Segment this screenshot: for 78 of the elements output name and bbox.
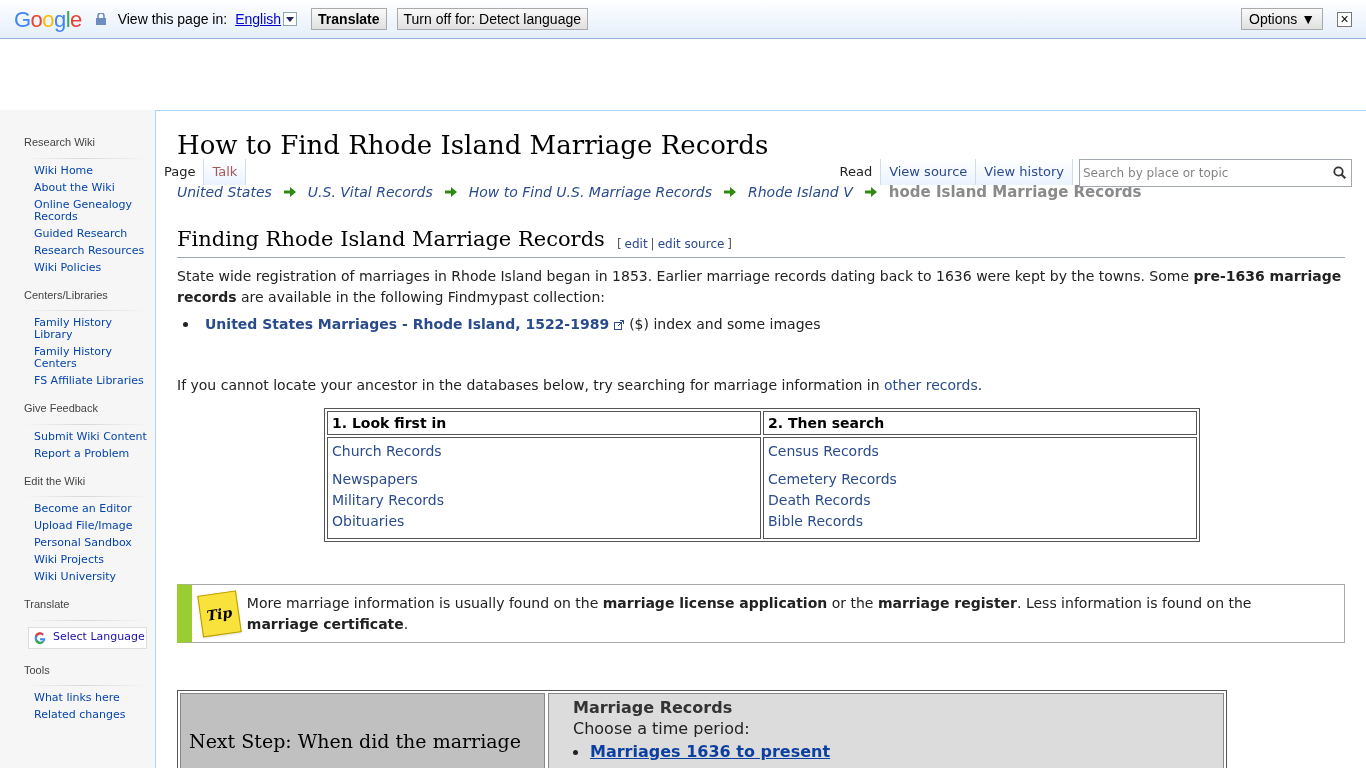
section-heading: Finding Rhode Island Marriage Records	[177, 225, 605, 253]
page-title: How to Find Rhode Island Marriage Records	[177, 129, 770, 161]
google-g-icon	[33, 630, 47, 645]
search-note: If you cannot locate your ancestor in the databases below, try searching for marriage information in	[177, 377, 880, 393]
column-header: 2. Then search	[763, 411, 1197, 435]
period: .	[977, 377, 983, 393]
sidebar-link[interactable]: Report a Problem	[34, 447, 147, 460]
other-records-link[interactable]: other records	[884, 377, 978, 393]
record-link[interactable]: Newspapers	[332, 469, 756, 490]
record-link[interactable]: Cemetery Records	[768, 469, 1192, 490]
turn-off-button[interactable]: Turn off for: Detect language	[396, 8, 588, 30]
tab[interactable]: View source	[881, 159, 977, 185]
sidebar-link[interactable]: Wiki Projects	[34, 554, 147, 566]
close-button[interactable]: ×	[1337, 11, 1352, 27]
sidebar-heading: Tools	[24, 662, 51, 678]
options-button[interactable]: Options ▼	[1241, 8, 1323, 30]
sidebar-link[interactable]: Guided Research	[34, 227, 147, 240]
tab[interactable]: View history	[976, 159, 1073, 185]
sidebar-link[interactable]: Family History Centers	[34, 346, 147, 370]
edit-source-link[interactable]: edit source	[657, 235, 725, 253]
sidebar-link[interactable]: What links here	[34, 692, 147, 704]
sidebar-link[interactable]: Become an Editor	[34, 503, 147, 515]
box-prompt: Choose a time period:	[573, 718, 751, 740]
column-header: 1. Look first in	[327, 411, 761, 435]
arrow-icon	[724, 187, 736, 198]
external-link-icon	[614, 319, 625, 330]
sidebar-link[interactable]: Submit Wiki Content	[34, 430, 147, 443]
arrow-icon	[864, 187, 877, 198]
collection-link[interactable]: United States Marriages - Rhode Island, 1522-1989	[205, 314, 610, 335]
breadcrumb-link[interactable]: U.S. Vital Records	[307, 181, 433, 203]
bracket: ]	[727, 236, 733, 253]
lock-icon	[95, 13, 106, 25]
sidebar-heading: Research Wiki	[24, 135, 96, 150]
record-link[interactable]: Church Records	[332, 441, 756, 462]
intro-paragraph: State wide registration of marriages in Rhode Island began in 1853. Earlier marriage records dating back to 1636 were kept by the towns. Some pre-1636 marriage records are available in the following Findmypast collection:	[177, 267, 1343, 307]
search-field[interactable]: Search by place or topic	[1079, 159, 1352, 187]
sidebar-link[interactable]: Related changes	[34, 709, 147, 721]
sidebar-link[interactable]: Research Resources	[34, 244, 147, 257]
sidebar-link[interactable]: Personal Sandbox	[34, 537, 147, 549]
sidebar-heading: Centers/Libraries	[24, 287, 109, 303]
period-link[interactable]: Marriages 1636 to present	[590, 742, 831, 762]
arrow-icon	[444, 187, 457, 198]
google-logo: Google	[14, 5, 82, 34]
language-link[interactable]: English	[235, 8, 282, 30]
dropdown-icon[interactable]	[283, 12, 298, 26]
bullet	[573, 749, 578, 755]
tip-text: More marriage information is usually found on the marriage license application or the marriage register. Less information is found on the marriage certificate.	[246, 593, 1253, 634]
sidebar-link[interactable]: Family History Library	[34, 317, 147, 341]
collection-note: ($) index and some images	[629, 315, 821, 334]
sidebar-heading: Edit the Wiki	[24, 473, 87, 489]
search-icon[interactable]	[1333, 166, 1346, 179]
record-link[interactable]: Bible Records	[768, 511, 1192, 532]
bracket: [	[616, 236, 622, 253]
tip-label: Tip	[205, 602, 234, 625]
select-language-button[interactable]: Select Language	[28, 626, 147, 649]
sidebar-heading: Translate	[24, 597, 71, 612]
next-step-question: Next Step: When did the marriage	[189, 728, 521, 754]
sidebar-link[interactable]: About the Wiki	[34, 181, 147, 194]
arrow-icon	[283, 187, 296, 198]
sidebar-link[interactable]: Wiki Policies	[34, 261, 147, 274]
box-heading: Marriage Records	[573, 698, 734, 718]
tab[interactable]: Talk	[204, 159, 247, 185]
breadcrumb-link[interactable]: How to Find U.S. Marriage Records	[468, 181, 712, 203]
sidebar-link[interactable]: Online Genealogy Records	[34, 198, 147, 223]
translate-prompt: View this page in:	[117, 9, 228, 29]
sidebar-link[interactable]: Wiki University	[34, 571, 147, 583]
record-link[interactable]: Death Records	[768, 490, 1192, 511]
sidebar-link[interactable]: Upload File/Image	[34, 520, 147, 532]
translate-button[interactable]: Translate	[311, 8, 387, 30]
bullet	[183, 322, 188, 327]
edit-link[interactable]: edit	[624, 235, 648, 253]
record-link[interactable]: Military Records	[332, 490, 756, 511]
sidebar-link[interactable]: FS Affiliate Libraries	[34, 375, 147, 387]
sidebar-heading: Give Feedback	[24, 401, 99, 416]
record-link[interactable]: Census Records	[768, 441, 1192, 462]
sidebar-link[interactable]: Wiki Home	[34, 164, 147, 177]
record-link[interactable]: Obituaries	[332, 511, 756, 532]
separator: |	[650, 236, 655, 253]
